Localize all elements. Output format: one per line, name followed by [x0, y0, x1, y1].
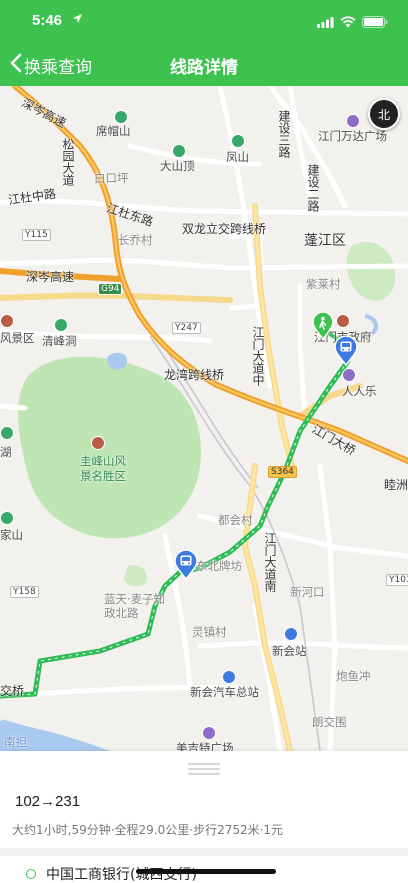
drag-handle[interactable] [188, 763, 220, 777]
map-label: 凤山 [226, 150, 249, 164]
map-label: 东北牌坊 [196, 559, 242, 573]
battery-icon [362, 13, 388, 32]
location-arrow-icon [72, 13, 83, 27]
road-shield: Y247 [172, 322, 201, 334]
shopping-icon [346, 114, 360, 128]
map-label: 家山 [0, 528, 23, 542]
map-label: 新河口 [290, 585, 325, 599]
map-label: 圭峰山风景名胜区 [80, 454, 126, 483]
home-indicator [136, 869, 276, 874]
map-label: 席帽山 [96, 124, 131, 138]
map-label: 江门大道中 [251, 326, 265, 386]
cellular-signal-icon [317, 13, 334, 32]
route-summary: 大约1小时,59分钟·全程29.0公里·步行2752米·1元 [12, 823, 284, 837]
train-station-icon [284, 627, 298, 641]
road-shield: Y115 [22, 229, 51, 241]
stop-dot-icon [26, 869, 36, 879]
map-label: 都会村 [218, 513, 253, 527]
road-shield: S364 [268, 466, 297, 478]
road-shield: Y158 [10, 586, 39, 598]
map-label: 新会站 [272, 644, 307, 658]
map-label: 朗交围 [312, 715, 347, 729]
map-label: 新会汽车总站 [190, 685, 259, 699]
route-title: 102→231 [15, 793, 81, 810]
scenic-icon [91, 436, 105, 450]
bus-station-icon [222, 670, 236, 684]
park-icon [0, 426, 14, 440]
map-label: 江门大道南 [263, 532, 277, 592]
wifi-icon [340, 13, 356, 32]
header: 5:46 换乘查询 线路详情 [0, 0, 408, 86]
shopping-icon [342, 368, 356, 382]
map-label: 深岑高速 [26, 270, 75, 284]
map-label: 南担 [4, 735, 27, 749]
map-label: 大山顶 [160, 159, 195, 173]
park-icon [114, 110, 128, 124]
shopping-icon [202, 726, 216, 740]
status-time: 5:46 [32, 12, 63, 29]
route-detail-panel: 102→231 大约1小时,59分钟·全程29.0公里·步行2752米·1元 中… [0, 751, 408, 883]
map-label: 蓝天·麦子知政北路 [104, 592, 166, 620]
map-label: 灵镇村 [192, 625, 227, 639]
map-label: 美吉特广场 [176, 741, 234, 751]
map-label: 龙湾跨线桥 [164, 368, 225, 382]
route-map[interactable]: 深岑高速 松园大道 江杜中路 江杜东路 深岑高速 席帽山 大山顶 凤山 江门万达… [0, 86, 408, 751]
map-label: 人人乐 [342, 384, 377, 398]
app-screen: 5:46 换乘查询 线路详情 深岑高速 松园大道 江杜中路 江杜东路 深岑高速 … [0, 0, 408, 883]
map-label: 湖 [0, 445, 12, 459]
map-label: 炮鱼冲 [336, 669, 371, 683]
compass-button[interactable]: 北 [368, 98, 400, 130]
map-label: 江门万达广场 [318, 129, 387, 143]
map-label: 建设二路 [306, 164, 320, 212]
road-shield: Y103 [386, 574, 408, 586]
park-icon [0, 511, 14, 525]
nav-bar: 换乘查询 线路详情 [0, 44, 408, 86]
divider [0, 848, 408, 856]
map-label: 长乔村 [118, 233, 153, 247]
status-bar: 5:46 [0, 0, 408, 44]
park-icon [172, 144, 186, 158]
compass-label: 北 [377, 107, 390, 122]
map-label: 建设三路 [277, 110, 291, 158]
government-icon [336, 314, 350, 328]
map-label: 松园大道 [61, 138, 75, 186]
page-title: 线路详情 [170, 58, 238, 78]
map-label: 睦洲 [384, 478, 408, 492]
status-icons [317, 13, 388, 32]
road-shield: G94 [98, 283, 123, 295]
map-label: 紫莱村 [306, 277, 341, 291]
map-label: 清峰洞 [42, 334, 77, 348]
map-label: 白口坪 [94, 171, 129, 185]
scenic-icon [0, 314, 14, 328]
map-label: 风景区 [0, 331, 35, 345]
park-icon [231, 134, 245, 148]
map-label: 蓬江区 [304, 233, 346, 249]
map-label: 交桥 [0, 684, 25, 698]
park-icon [54, 318, 68, 332]
map-label: 双龙立交跨线桥 [182, 222, 267, 236]
